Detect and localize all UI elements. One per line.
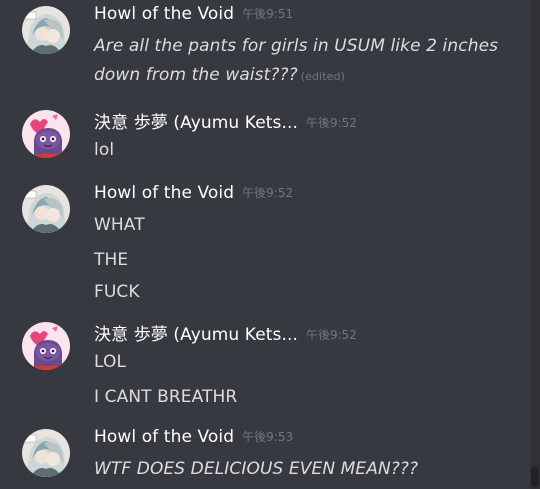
message-header: 決意 歩夢 (Ayumu Kets... 午後9:52 [94, 108, 357, 133]
howl-avatar[interactable] [22, 429, 70, 477]
message-header: Howl of the Void 午後9:51 [94, 4, 293, 24]
message-text: LOL [94, 352, 127, 372]
timestamp: 午後9:52 [242, 186, 294, 200]
message-text: WHAT [94, 215, 145, 235]
message-header: 決意 歩夢 (Ayumu Kets... 午後9:52 [94, 320, 357, 345]
scrollbar-track[interactable] [530, 0, 540, 489]
username[interactable]: 決意 歩夢 (Ayumu Kets... [94, 113, 298, 133]
username[interactable]: 決意 歩夢 (Ayumu Kets... [94, 325, 298, 345]
username[interactable]: Howl of the Void [94, 183, 234, 203]
message-list: Howl of the Void 午後9:51 Are all the pants… [0, 0, 530, 489]
message-text-line: down from the waist??? (edited) [94, 65, 345, 85]
message-header: Howl of the Void 午後9:53 [94, 427, 293, 447]
message-text: THE [94, 250, 129, 270]
edited-label: (edited) [300, 70, 346, 83]
timestamp: 午後9:52 [305, 116, 357, 130]
username[interactable]: Howl of the Void [94, 4, 234, 24]
ayumu-avatar[interactable] [22, 322, 70, 370]
message-text: Are all the pants for girls in USUM like… [94, 36, 499, 56]
ayumu-avatar[interactable] [22, 110, 70, 158]
howl-avatar[interactable] [22, 185, 70, 233]
timestamp: 午後9:52 [305, 328, 357, 342]
scrollbar-thumb[interactable] [531, 467, 539, 487]
username[interactable]: Howl of the Void [94, 427, 234, 447]
message-text: WTF DOES DELICIOUS EVEN MEAN??? [94, 459, 419, 479]
message-header: Howl of the Void 午後9:52 [94, 183, 293, 203]
timestamp: 午後9:51 [242, 7, 294, 21]
timestamp: 午後9:53 [242, 430, 294, 444]
message-text: FUCK [94, 282, 140, 302]
howl-avatar[interactable] [22, 6, 70, 54]
message-text: lol [94, 140, 115, 160]
message-text: down from the waist??? [94, 65, 298, 85]
message-text: I CANT BREATHR [94, 387, 238, 407]
